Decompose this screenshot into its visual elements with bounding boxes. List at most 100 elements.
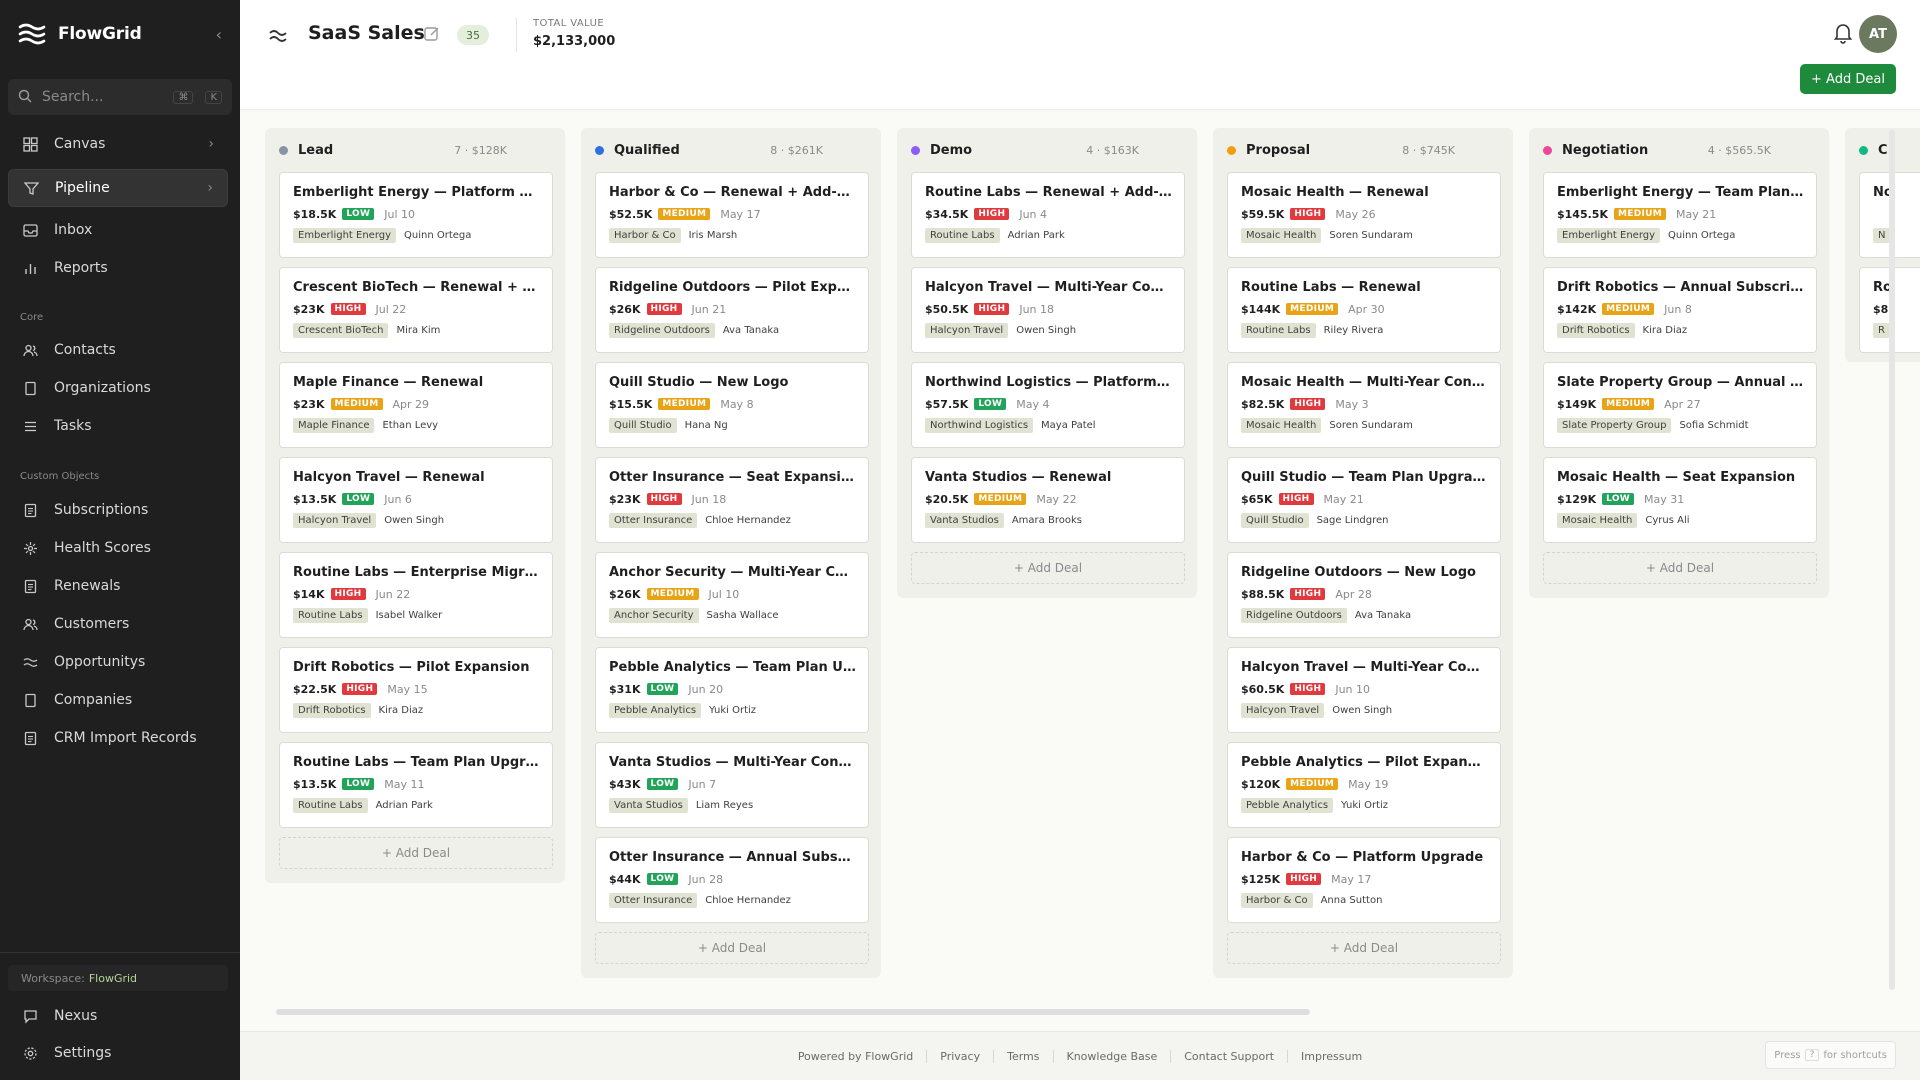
- organization-tag[interactable]: Ridgeline Outdoors: [609, 323, 715, 338]
- organization-tag[interactable]: Harbor & Co: [609, 228, 681, 243]
- organization-tag[interactable]: Routine Labs: [1241, 323, 1316, 338]
- deal-card[interactable]: Mosaic Health — Seat Expansion $129K LOW Ma…: [1543, 457, 1817, 543]
- organization-tag[interactable]: Otter Insurance: [609, 893, 698, 908]
- organization-tag[interactable]: Ridgeline Outdoors: [1241, 608, 1347, 623]
- deal-card[interactable]: Slate Property Group — Annual Subscripti…: [1543, 362, 1817, 448]
- deal-card[interactable]: Halcyon Travel — Multi-Year Contract $60.…: [1227, 647, 1501, 733]
- organization-tag[interactable]: Drift Robotics: [293, 703, 371, 718]
- sidebar-item-renewals[interactable]: Renewals: [8, 567, 228, 605]
- organization-tag[interactable]: Crescent BioTech: [293, 323, 389, 338]
- horizontal-scrollbar[interactable]: [276, 1009, 1310, 1015]
- deal-card[interactable]: Routine Labs — Enterprise Migration $14K H…: [279, 552, 553, 638]
- add-deal-to-column-button[interactable]: + Add Deal: [1227, 932, 1501, 964]
- deal-card[interactable]: Crescent BioTech — Renewal + Add-On $23K H…: [279, 267, 553, 353]
- organization-tag[interactable]: Anchor Security: [609, 608, 699, 623]
- deal-card[interactable]: Routine Labs — Team Plan Upgrade $13.5K LO…: [279, 742, 553, 828]
- organization-tag[interactable]: Slate Property Group: [1557, 418, 1672, 433]
- sidebar-item-opportunitys[interactable]: Opportunitys: [8, 643, 228, 681]
- deal-card[interactable]: Northwind Logistics — Platform Upgrade $5…: [911, 362, 1185, 448]
- footer-link-impressum[interactable]: Impressum: [1287, 1049, 1375, 1063]
- collapse-sidebar-icon[interactable]: ‹: [216, 25, 222, 44]
- deal-card[interactable]: Halcyon Travel — Multi-Year Contract $50.…: [911, 267, 1185, 353]
- sidebar-item-tasks[interactable]: Tasks: [8, 407, 228, 445]
- organization-tag[interactable]: Quill Studio: [609, 418, 677, 433]
- organization-tag[interactable]: Emberlight Energy: [1557, 228, 1661, 243]
- sidebar-item-reports[interactable]: Reports: [8, 249, 228, 287]
- deal-card[interactable]: Quill Studio — Team Plan Upgrade $65K HIGH…: [1227, 457, 1501, 543]
- organization-tag[interactable]: Harbor & Co: [1241, 893, 1313, 908]
- organization-tag[interactable]: Mosaic Health: [1241, 228, 1322, 243]
- sidebar-item-nexus[interactable]: Nexus: [8, 997, 228, 1035]
- deal-card[interactable]: Routine Labs — Renewal + Add-On $34.5K HIG…: [911, 172, 1185, 258]
- sidebar-item-settings[interactable]: Settings: [8, 1034, 228, 1072]
- organization-tag[interactable]: Maple Finance: [293, 418, 375, 433]
- organization-tag[interactable]: Northwind Logistics: [925, 418, 1034, 433]
- organization-tag[interactable]: Routine Labs: [925, 228, 1000, 243]
- organization-tag[interactable]: Routine Labs: [293, 608, 368, 623]
- add-deal-to-column-button[interactable]: + Add Deal: [595, 932, 869, 964]
- sidebar-item-organizations[interactable]: Organizations: [8, 369, 228, 407]
- organization-tag[interactable]: R: [1873, 323, 1890, 338]
- sidebar-item-crm-import-records[interactable]: CRM Import Records: [8, 719, 228, 757]
- deal-card[interactable]: Emberlight Energy — Platform Upgrade $18.…: [279, 172, 553, 258]
- add-deal-to-column-button[interactable]: + Add Deal: [911, 552, 1185, 584]
- footer-link-knowledge-base[interactable]: Knowledge Base: [1052, 1049, 1171, 1063]
- add-deal-to-column-button[interactable]: + Add Deal: [279, 837, 553, 869]
- organization-tag[interactable]: Pebble Analytics: [1241, 798, 1334, 813]
- organization-tag[interactable]: Drift Robotics: [1557, 323, 1635, 338]
- edit-icon[interactable]: [423, 25, 441, 43]
- deal-card[interactable]: Mosaic Health — Multi-Year Contract $82.5…: [1227, 362, 1501, 448]
- add-deal-to-column-button[interactable]: + Add Deal: [1543, 552, 1817, 584]
- deal-card[interactable]: Anchor Security — Multi-Year Contract $26…: [595, 552, 869, 638]
- footer-link-terms[interactable]: Terms: [993, 1049, 1052, 1063]
- vertical-scrollbar[interactable]: [1889, 130, 1895, 990]
- sidebar-item-health-scores[interactable]: Health Scores: [8, 529, 228, 567]
- deal-card[interactable]: Pebble Analytics — Team Plan Upgrade $31K…: [595, 647, 869, 733]
- sidebar-item-inbox[interactable]: Inbox: [8, 211, 228, 249]
- search-input[interactable]: Search... ⌘ K: [8, 79, 232, 115]
- deal-card[interactable]: Routine Labs — Renewal $144K MEDIUM Apr 30 R…: [1227, 267, 1501, 353]
- organization-tag[interactable]: Halcyon Travel: [293, 513, 377, 528]
- organization-tag[interactable]: Quill Studio: [1241, 513, 1309, 528]
- deal-card[interactable]: Halcyon Travel — Renewal $13.5K LOW Jun 6 Ha…: [279, 457, 553, 543]
- add-deal-button[interactable]: + Add Deal: [1800, 64, 1896, 94]
- organization-tag[interactable]: Halcyon Travel: [925, 323, 1009, 338]
- organization-tag[interactable]: Otter Insurance: [609, 513, 698, 528]
- footer-link-powered-by-flowgrid[interactable]: Powered by FlowGrid: [785, 1050, 926, 1063]
- deal-card[interactable]: Otter Insurance — Annual Subscription $44…: [595, 837, 869, 923]
- deal-card[interactable]: Mosaic Health — Renewal $59.5K HIGH May 26 M…: [1227, 172, 1501, 258]
- organization-tag[interactable]: Mosaic Health: [1557, 513, 1638, 528]
- deal-card[interactable]: Drift Robotics — Annual Subscription $142…: [1543, 267, 1817, 353]
- footer-link-privacy[interactable]: Privacy: [926, 1049, 993, 1063]
- deal-card[interactable]: Emberlight Energy — Team Plan Upgrade $14…: [1543, 172, 1817, 258]
- footer-link-contact-support[interactable]: Contact Support: [1170, 1049, 1287, 1063]
- sidebar-item-contacts[interactable]: Contacts: [8, 331, 228, 369]
- avatar[interactable]: AT: [1859, 15, 1897, 53]
- organization-tag[interactable]: Routine Labs: [293, 798, 368, 813]
- sidebar-item-subscriptions[interactable]: Subscriptions: [8, 491, 228, 529]
- organization-tag[interactable]: Emberlight Energy: [293, 228, 397, 243]
- deal-card[interactable]: Ridgeline Outdoors — Pilot Expansion $26K…: [595, 267, 869, 353]
- deal-card[interactable]: Harbor & Co — Renewal + Add-On $52.5K MEDI…: [595, 172, 869, 258]
- sidebar-item-companies[interactable]: Companies: [8, 681, 228, 719]
- sidebar-item-canvas[interactable]: Canvas ›: [8, 125, 228, 163]
- deal-card[interactable]: Maple Finance — Renewal $23K MEDIUM Apr 29 M…: [279, 362, 553, 448]
- deal-card[interactable]: Pebble Analytics — Pilot Expansion $120K M…: [1227, 742, 1501, 828]
- deal-card[interactable]: Otter Insurance — Seat Expansion $23K HIGH…: [595, 457, 869, 543]
- bell-icon[interactable]: [1833, 22, 1853, 44]
- deal-card[interactable]: Quill Studio — New Logo $15.5K MEDIUM May 8…: [595, 362, 869, 448]
- organization-tag[interactable]: Pebble Analytics: [609, 703, 702, 718]
- organization-tag[interactable]: Halcyon Travel: [1241, 703, 1325, 718]
- organization-tag[interactable]: Vanta Studios: [609, 798, 688, 813]
- organization-tag[interactable]: N: [1873, 228, 1891, 243]
- deal-card[interactable]: Harbor & Co — Platform Upgrade $125K HIGH M…: [1227, 837, 1501, 923]
- organization-tag[interactable]: Vanta Studios: [925, 513, 1004, 528]
- organization-tag[interactable]: Mosaic Health: [1241, 418, 1322, 433]
- deal-card[interactable]: Drift Robotics — Pilot Expansion $22.5K HI…: [279, 647, 553, 733]
- workspace-indicator[interactable]: Workspace: FlowGrid: [8, 965, 228, 991]
- deal-card[interactable]: Vanta Studios — Renewal $20.5K MEDIUM May 2…: [911, 457, 1185, 543]
- deal-card[interactable]: Vanta Studios — Multi-Year Contract $43K L…: [595, 742, 869, 828]
- sidebar-item-customers[interactable]: Customers: [8, 605, 228, 643]
- deal-card[interactable]: Ridgeline Outdoors — New Logo $88.5K HIGH A…: [1227, 552, 1501, 638]
- sidebar-item-pipeline[interactable]: Pipeline ›: [8, 169, 228, 207]
